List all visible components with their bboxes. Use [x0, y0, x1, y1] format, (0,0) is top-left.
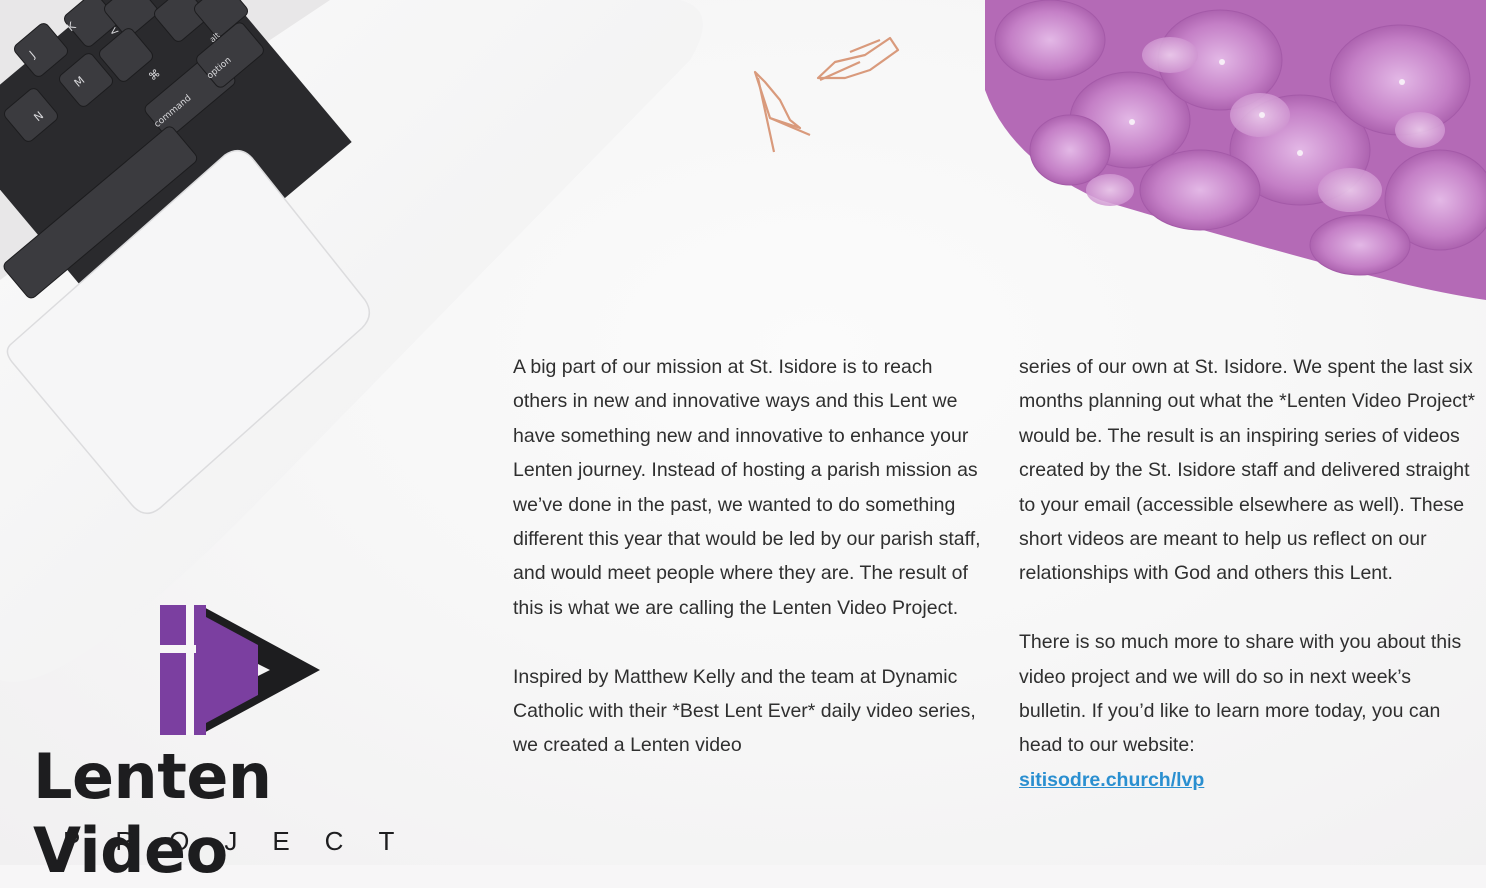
paper-clips — [753, 36, 900, 153]
article-paragraph: Inspired by Matthew Kelly and the team a… — [513, 665, 976, 757]
play-cross-logo-icon — [160, 605, 320, 735]
article-paragraph: There is so much more to share with you … — [1019, 625, 1479, 797]
logo-subtitle: PROJECT — [63, 826, 430, 856]
website-link[interactable]: sitisodre.church/lvp — [1019, 769, 1204, 791]
logo-title: Lenten Video — [33, 740, 272, 887]
article-paragraph-text: There is so much more to share with you … — [1019, 631, 1462, 757]
article-paragraph: A big part of our mission at St. Isidore… — [513, 356, 981, 619]
article-column-right: series of our own at St. Isidore. We spe… — [1019, 350, 1479, 797]
article-paragraph: series of our own at St. Isidore. We spe… — [1019, 356, 1476, 585]
article-column-left: A big part of our mission at St. Isidore… — [513, 350, 983, 763]
hydrangea-flowers — [985, 0, 1486, 300]
